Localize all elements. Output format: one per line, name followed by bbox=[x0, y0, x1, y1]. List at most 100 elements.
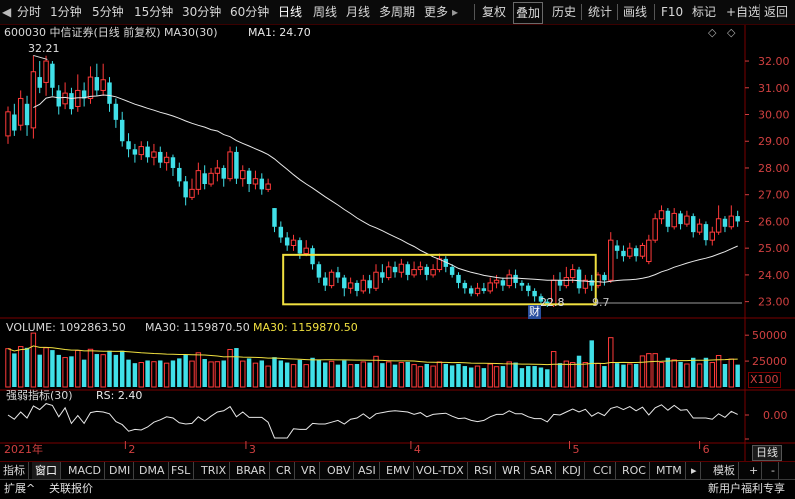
stock-chart-window: ◀ 分时 1分钟 5分钟 15分钟 30分钟 60分钟 日线 周线 月线 多周期… bbox=[0, 0, 795, 499]
volume-label: VOLUME: 1092863.50 bbox=[6, 321, 126, 334]
tab-dma[interactable]: DMA bbox=[136, 462, 169, 479]
candle-body bbox=[24, 103, 30, 126]
tab-5min[interactable]: 5分钟 bbox=[90, 2, 126, 22]
tab-obv[interactable]: OBV bbox=[324, 462, 355, 479]
volume-unit: X100 bbox=[748, 372, 781, 388]
volume-bar bbox=[703, 357, 709, 387]
statistics-button[interactable]: 统计 bbox=[586, 2, 614, 22]
add-window-button[interactable]: + bbox=[746, 462, 763, 479]
tab-sar[interactable]: SAR bbox=[527, 462, 557, 479]
toolbar-divider bbox=[654, 4, 655, 20]
volume-bar bbox=[380, 363, 385, 387]
volume-bar bbox=[310, 357, 315, 387]
tab-15min[interactable]: 15分钟 bbox=[132, 2, 175, 22]
candle-body bbox=[526, 285, 531, 291]
overlay-button[interactable]: 叠加 bbox=[513, 2, 544, 24]
candle-body bbox=[722, 218, 728, 227]
tab-dmi[interactable]: DMI bbox=[106, 462, 135, 479]
period-badge[interactable]: 日线 bbox=[752, 445, 782, 461]
tab-wr[interactable]: WR bbox=[499, 462, 525, 479]
toolbar-divider bbox=[474, 4, 475, 20]
tab-vol-tdx[interactable]: VOL-TDX bbox=[413, 462, 468, 479]
volume-bar bbox=[303, 364, 309, 388]
candle-body bbox=[43, 60, 49, 83]
tab-window[interactable]: 窗口 bbox=[32, 462, 61, 479]
tab-cci[interactable]: CCI bbox=[590, 462, 616, 479]
volume-bar bbox=[87, 348, 94, 388]
volume-bar bbox=[37, 354, 42, 387]
more-arrow-icon[interactable]: ▸ bbox=[450, 2, 460, 22]
tab-macd[interactable]: MACD bbox=[65, 462, 105, 479]
time-tick-label: 2021年 bbox=[4, 442, 43, 456]
candle-body bbox=[614, 245, 620, 251]
volume-bar bbox=[360, 361, 367, 388]
price-tick-label: 30.00 bbox=[758, 109, 790, 122]
volume-bar bbox=[557, 363, 563, 387]
new-user-promo[interactable]: 新用户福利专享 bbox=[708, 480, 785, 498]
tab-roc[interactable]: ROC bbox=[619, 462, 650, 479]
tab-indicator[interactable]: 指标 bbox=[0, 462, 29, 479]
rsi-label: 强弱指标(30) bbox=[6, 389, 73, 402]
history-button[interactable]: 历史 bbox=[550, 2, 578, 22]
volume-bar bbox=[532, 366, 537, 387]
volume-bar bbox=[385, 361, 392, 388]
restore-rights-button[interactable]: 复权 bbox=[480, 2, 508, 22]
tab-fsl[interactable]: FSL bbox=[168, 462, 195, 479]
candle-body bbox=[342, 277, 347, 289]
tab-brar[interactable]: BRAR bbox=[233, 462, 270, 479]
tab-daily[interactable]: 日线 bbox=[276, 2, 304, 22]
volume-bar bbox=[367, 362, 372, 387]
candle-body bbox=[627, 247, 633, 257]
f10-button[interactable]: F10 bbox=[659, 2, 685, 22]
price-tick-label: 27.00 bbox=[758, 189, 790, 202]
volume-bar bbox=[474, 365, 481, 388]
rs-value: RS: 2.40 bbox=[96, 389, 143, 402]
candle-body bbox=[691, 216, 696, 233]
volume-bar bbox=[538, 367, 544, 387]
tab-mtm[interactable]: MTM bbox=[653, 462, 686, 479]
back-arrow-icon[interactable]: ◀ bbox=[0, 2, 13, 22]
financial-report-badge[interactable]: 财 bbox=[528, 305, 541, 319]
volume-bar bbox=[545, 369, 550, 387]
candle-body bbox=[646, 239, 652, 263]
indicator-more-icon[interactable]: ▸ bbox=[688, 462, 701, 479]
tab-30min[interactable]: 30分钟 bbox=[180, 2, 223, 22]
candle-body bbox=[113, 103, 119, 120]
draw-line-button[interactable]: 画线 bbox=[621, 2, 649, 22]
volume-bar bbox=[316, 359, 322, 387]
return-button[interactable]: 返回 bbox=[762, 2, 790, 22]
add-watchlist-button[interactable]: +自选 bbox=[724, 2, 762, 22]
candle-body bbox=[323, 277, 328, 286]
volume-bar bbox=[113, 354, 119, 387]
tab-rsi[interactable]: RSI bbox=[471, 462, 496, 479]
tab-weekly[interactable]: 周线 bbox=[311, 2, 339, 22]
tab-1min[interactable]: 1分钟 bbox=[48, 2, 84, 22]
volume-bar bbox=[569, 362, 576, 388]
candle-body bbox=[100, 79, 106, 91]
remove-window-button[interactable]: - bbox=[768, 462, 779, 479]
tab-kdj[interactable]: KDJ bbox=[559, 462, 585, 479]
tab-60min[interactable]: 60分钟 bbox=[228, 2, 271, 22]
related-quotes-button[interactable]: 关联报价 bbox=[49, 480, 93, 498]
tab-more[interactable]: 更多 bbox=[422, 2, 450, 22]
tab-trix[interactable]: TRIX bbox=[198, 462, 231, 479]
volume-bar bbox=[468, 367, 474, 387]
tab-emv[interactable]: EMV bbox=[383, 462, 414, 479]
tab-asi[interactable]: ASI bbox=[355, 462, 380, 479]
volume-bar bbox=[722, 363, 728, 387]
template-button[interactable]: 模板 bbox=[710, 462, 739, 479]
candle-body bbox=[709, 231, 715, 241]
tab-intraday[interactable]: 分时 bbox=[15, 2, 43, 22]
tab-vr[interactable]: VR bbox=[298, 462, 321, 479]
volume-bar bbox=[481, 368, 487, 387]
mark-button[interactable]: 标记 bbox=[690, 2, 718, 22]
expand-button[interactable]: 扩展^ bbox=[4, 480, 35, 498]
volume-bar bbox=[12, 353, 17, 387]
tab-multi-period[interactable]: 多周期 bbox=[377, 2, 417, 22]
tab-monthly[interactable]: 月线 bbox=[344, 2, 372, 22]
volume-bar bbox=[411, 364, 417, 388]
tab-cr[interactable]: CR bbox=[273, 462, 296, 479]
volume-bar bbox=[526, 366, 531, 387]
volume-tick-label: 50000 bbox=[752, 329, 787, 342]
volume-bar bbox=[456, 363, 461, 387]
